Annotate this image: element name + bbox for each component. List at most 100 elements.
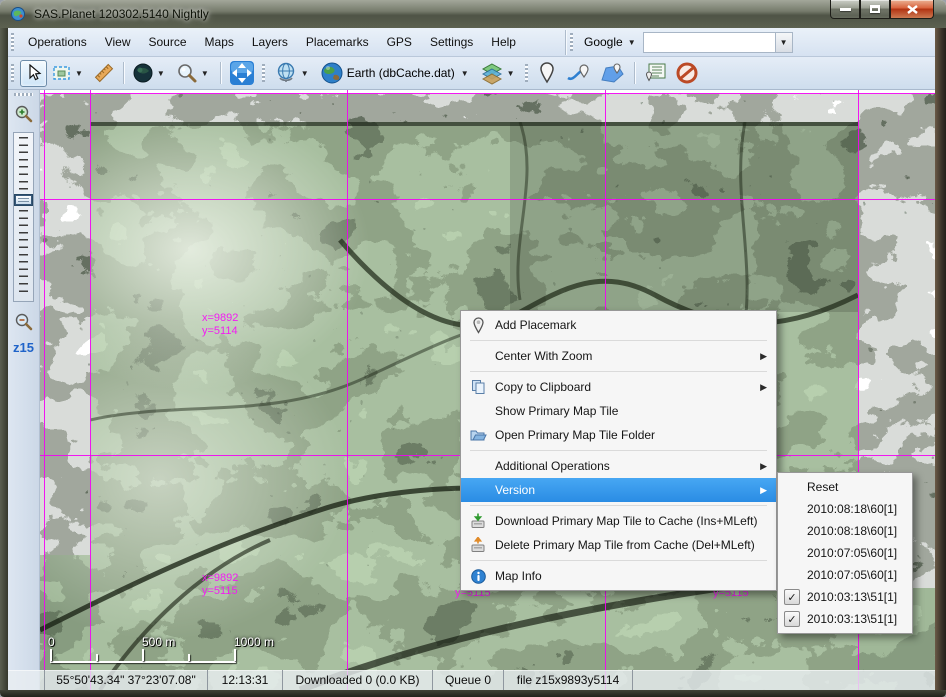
- dark-globe-button[interactable]: ▼: [129, 60, 171, 87]
- menu-item-download-primary-map-tile[interactable]: Download Primary Map Tile to Cache (Ins+…: [461, 509, 776, 533]
- measure-distance-button[interactable]: [91, 60, 118, 87]
- chevron-down-icon[interactable]: ▼: [201, 69, 209, 78]
- menu-item-label: Center With Zoom: [495, 349, 592, 363]
- status-coordinates[interactable]: 55°50'43.34" 37°23'07.08": [45, 670, 208, 690]
- status-tile-file[interactable]: file z15x9893y5114: [504, 670, 633, 690]
- toolbar-grip[interactable]: [262, 64, 265, 82]
- menu-view[interactable]: View: [96, 30, 140, 54]
- zoom-slider[interactable]: [13, 132, 34, 302]
- window-border-right: [935, 28, 946, 690]
- selection-tool-button[interactable]: ▼: [49, 60, 89, 87]
- status-time[interactable]: 12:13:31: [208, 670, 283, 690]
- menu-placemarks[interactable]: Placemarks: [297, 30, 378, 54]
- submenu-item-version-checked[interactable]: 2010:03:13\51[1]: [778, 586, 912, 608]
- map-selector-button[interactable]: Earth (dbCache.dat) ▼: [317, 60, 475, 87]
- globe-stand-icon: [274, 61, 298, 85]
- submenu-item-version[interactable]: 2010:08:18\60[1]: [778, 520, 912, 542]
- zoom-slider-handle[interactable]: [15, 195, 32, 205]
- menu-item-label: Copy to Clipboard: [495, 380, 591, 394]
- menu-separator: [470, 560, 767, 561]
- info-icon: [466, 569, 490, 584]
- globe-icon: [132, 62, 154, 84]
- menu-item-delete-primary-map-tile[interactable]: Delete Primary Map Tile from Cache (Del+…: [461, 533, 776, 557]
- status-bar: 55°50'43.34" 37°23'07.08" 12:13:31 Downl…: [8, 670, 935, 690]
- chevron-down-icon: ▼: [780, 38, 788, 47]
- tile-grid-line-vertical: [347, 90, 348, 690]
- menu-help[interactable]: Help: [482, 30, 525, 54]
- menu-maps[interactable]: Maps: [196, 30, 243, 54]
- status-queue[interactable]: Queue 0: [433, 670, 504, 690]
- submenu-item-reset[interactable]: Reset: [778, 476, 912, 498]
- toolbar-grip[interactable]: [525, 64, 528, 82]
- toolbar-grip[interactable]: [11, 33, 14, 51]
- window-title: SAS.Planet 120302.5140 Nightly: [34, 7, 209, 21]
- status-blank-cell: [8, 670, 45, 690]
- pan-cursor-button[interactable]: [20, 60, 47, 87]
- submenu-item-version-checked[interactable]: 2010:03:13\51[1]: [778, 608, 912, 630]
- tile-grid-line-horizontal: [40, 93, 935, 94]
- menu-item-center-with-zoom[interactable]: Center With Zoom ▶: [461, 344, 776, 368]
- map-viewport[interactable]: x=9892y=5114 x=9892y=5115 y=5115 y=5115 …: [40, 90, 935, 690]
- menu-operations[interactable]: Operations: [19, 30, 96, 54]
- menu-item-show-primary-map-tile[interactable]: Show Primary Map Tile: [461, 399, 776, 423]
- menu-item-add-placemark[interactable]: Add Placemark: [461, 313, 776, 337]
- placemark-manager-button[interactable]: [640, 60, 670, 87]
- status-empty-cell: [633, 670, 935, 690]
- active-map-label: Earth (dbCache.dat): [347, 66, 455, 80]
- add-polygon-button[interactable]: [597, 60, 629, 87]
- menu-item-label: Delete Primary Map Tile from Cache (Del+…: [495, 538, 755, 552]
- scale-label-mid: 500 m: [142, 635, 175, 649]
- maximize-button[interactable]: [860, 0, 890, 19]
- tile-grid-line-horizontal: [40, 199, 935, 200]
- scale-bar-line: [50, 661, 236, 663]
- zoom-in-button[interactable]: [12, 102, 36, 126]
- menubar-separator: [565, 30, 567, 55]
- geo-search-input[interactable]: ▼: [643, 32, 793, 53]
- status-downloaded[interactable]: Downloaded 0 (0.0 KB): [283, 670, 433, 690]
- title-bar[interactable]: SAS.Planet 120302.5140 Nightly: [0, 0, 946, 28]
- full-map-icon: [229, 60, 255, 86]
- menu-item-additional-operations[interactable]: Additional Operations ▶: [461, 454, 776, 478]
- menu-item-map-info[interactable]: Map Info: [461, 564, 776, 588]
- submenu-item-version[interactable]: 2010:08:18\60[1]: [778, 498, 912, 520]
- chevron-down-icon[interactable]: ▼: [157, 69, 165, 78]
- toolbar-grip[interactable]: [570, 33, 573, 51]
- menu-settings[interactable]: Settings: [421, 30, 482, 54]
- menu-source[interactable]: Source: [140, 30, 196, 54]
- menu-separator: [470, 505, 767, 506]
- submenu-item-version[interactable]: 2010:07:05\60[1]: [778, 542, 912, 564]
- chevron-down-icon[interactable]: ▼: [507, 69, 515, 78]
- close-button[interactable]: [890, 0, 934, 19]
- minimize-button[interactable]: [830, 0, 860, 19]
- search-dropdown-button[interactable]: ▼: [775, 33, 792, 52]
- zoom-out-button[interactable]: [12, 310, 36, 334]
- fullscreen-button[interactable]: [226, 60, 258, 87]
- zoom-tool-button[interactable]: ▼: [173, 60, 215, 87]
- chevron-down-icon[interactable]: ▼: [301, 69, 309, 78]
- placemark-pin-icon: [466, 317, 490, 334]
- cursor-icon: [25, 64, 42, 82]
- menu-item-copy-to-clipboard[interactable]: Copy to Clipboard ▶: [461, 375, 776, 399]
- tile-coordinate-label: x=9892y=5115: [202, 572, 238, 598]
- search-engine-button[interactable]: Google: [578, 30, 625, 54]
- menu-separator: [470, 371, 767, 372]
- menu-item-version[interactable]: Version ▶: [461, 478, 776, 502]
- hide-placemarks-button[interactable]: [672, 60, 702, 87]
- chevron-down-icon[interactable]: ▼: [628, 38, 636, 47]
- projection-globe-button[interactable]: ▼: [271, 60, 315, 87]
- submenu-item-version[interactable]: 2010:07:05\60[1]: [778, 564, 912, 586]
- add-placemark-button[interactable]: [534, 60, 561, 87]
- menu-gps[interactable]: GPS: [378, 30, 421, 54]
- menu-layers[interactable]: Layers: [243, 30, 297, 54]
- scale-label-end: 1000 m: [234, 635, 274, 649]
- menu-item-open-primary-map-tile-folder[interactable]: Open Primary Map Tile Folder: [461, 423, 776, 447]
- chevron-down-icon[interactable]: ▼: [461, 69, 469, 78]
- add-path-button[interactable]: [563, 60, 595, 87]
- sidebar-grip[interactable]: [14, 93, 33, 96]
- toolbar-grip[interactable]: [11, 64, 14, 82]
- zoom-slider-ticks: [19, 137, 28, 297]
- chevron-down-icon[interactable]: ▼: [75, 69, 83, 78]
- layers-button[interactable]: ▼: [477, 60, 521, 87]
- window-border-bottom: [0, 690, 946, 697]
- zoom-sidebar: z15: [8, 90, 40, 690]
